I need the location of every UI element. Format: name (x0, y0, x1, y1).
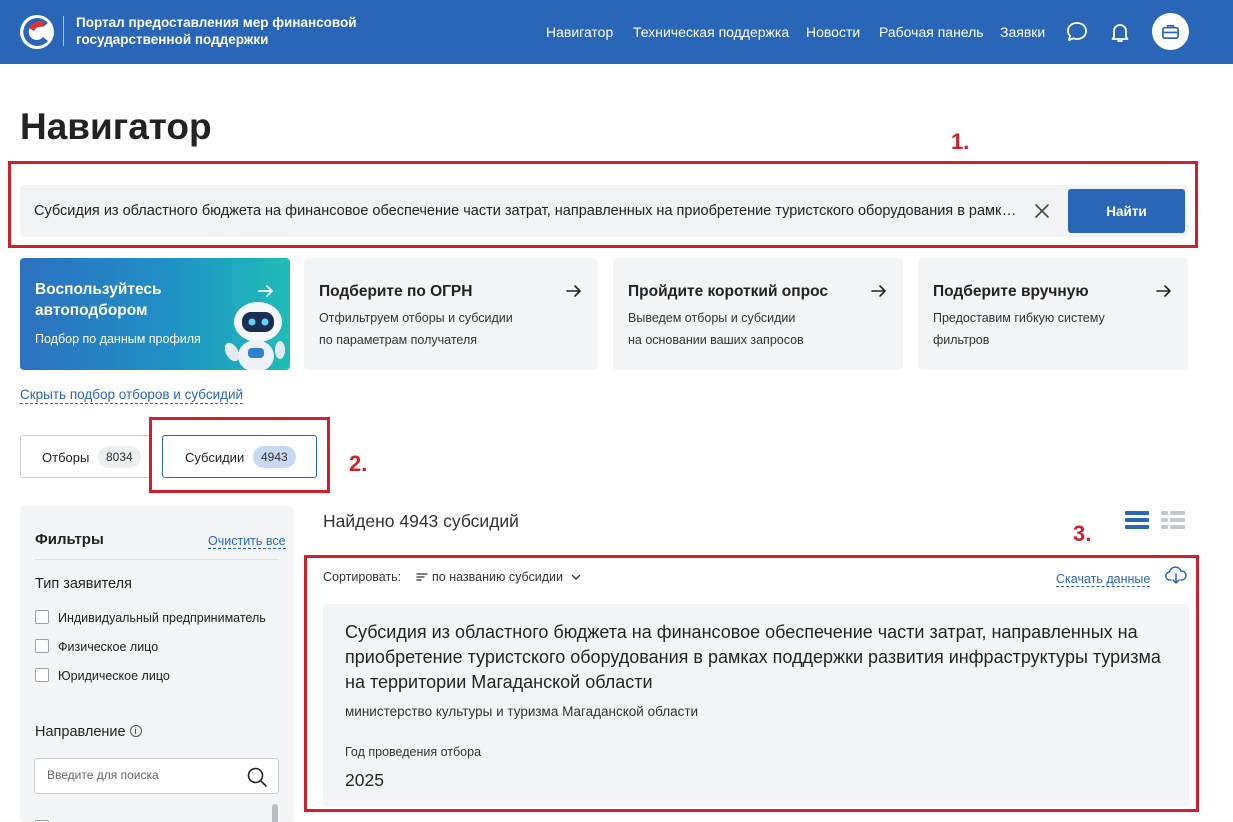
sort-label: Сортировать: (323, 570, 402, 584)
bell-icon[interactable] (1108, 20, 1132, 44)
briefcase-icon (1162, 24, 1179, 40)
result-title[interactable]: Субсидия из областного бюджета на финанс… (345, 620, 1175, 695)
compact-view-icon[interactable] (1161, 510, 1185, 530)
download-data-link[interactable]: Скачать данные (1056, 572, 1151, 587)
card-autoselect-desc: Подбор по данным профиля (35, 332, 201, 346)
card-manual-desc: Предоставим гибкую систему фильтров (933, 311, 1105, 347)
info-icon[interactable]: i (129, 725, 142, 737)
tab-selections-label: Отборы (42, 450, 90, 465)
profile-avatar[interactable] (1152, 13, 1189, 50)
card-survey[interactable]: Пройдите короткий опрос Выведем отборы и… (613, 258, 903, 370)
annotation-number-1: 1. (951, 129, 970, 154)
nav-applications[interactable]: Заявки (1000, 24, 1045, 40)
arrow-right-icon (1156, 285, 1171, 297)
card-autoselect-title: Воспользуйтесь автоподбором (35, 281, 162, 319)
chat-icon[interactable] (1065, 20, 1089, 44)
search-bar: Субсидия из областного бюджета на финанс… (20, 185, 1188, 237)
nav-tech-support[interactable]: Техническая поддержка (633, 24, 789, 40)
filters-divider (35, 559, 279, 560)
filter-group-applicant-type: Тип заявителя (35, 576, 132, 592)
tab-selections[interactable]: Отборы 8034 (20, 435, 151, 478)
sort-dropdown[interactable]: по названию субсидии (416, 570, 581, 584)
results-count: Найдено 4943 субсидий (323, 511, 519, 531)
checkbox[interactable] (35, 668, 49, 682)
card-ogrn[interactable]: Подберите по ОГРН Отфильтруем отборы и с… (304, 258, 598, 370)
card-manual-title: Подберите вручную (933, 283, 1089, 300)
filters-scrollbar[interactable] (272, 804, 278, 822)
search-icon[interactable] (246, 766, 268, 788)
arrow-right-icon (871, 285, 886, 297)
result-organization: министерство культуры и туризма Магаданс… (345, 704, 699, 719)
result-card[interactable]: Субсидия из областного бюджета на финанс… (323, 604, 1189, 806)
chevron-down-icon (572, 574, 581, 580)
clear-all-filters-link[interactable]: Очистить все (208, 534, 286, 549)
filters-title: Фильтры (35, 531, 104, 548)
card-manual[interactable]: Подберите вручную Предоставим гибкую сис… (918, 258, 1188, 370)
hide-selection-link[interactable]: Скрыть подбор отборов и субсидий (20, 387, 244, 404)
annotation-number-2: 2. (349, 451, 368, 476)
list-view-icon[interactable] (1125, 510, 1149, 530)
sort-icon (416, 573, 428, 581)
search-input[interactable]: Субсидия из областного бюджета на финанс… (34, 203, 1019, 219)
result-year-label: Год проведения отбора (345, 745, 482, 759)
annotation-number-3: 3. (1073, 521, 1092, 546)
sort-value: по названию субсидии (432, 570, 563, 584)
annotation-box-tabs (149, 417, 330, 493)
find-button[interactable]: Найти (1068, 189, 1185, 233)
direction-search-field[interactable] (34, 758, 279, 794)
filter-group-direction: Направление i (35, 724, 142, 740)
tab-selections-count: 8034 (98, 446, 141, 468)
robot-mascot-icon (224, 302, 285, 370)
card-survey-desc: Выведем отборы и субсидии на основании в… (628, 311, 804, 347)
checkbox[interactable] (35, 639, 49, 653)
nav-navigator[interactable]: Навигатор (546, 24, 613, 40)
page-title: Навигатор (20, 106, 212, 147)
filter-group-direction-label: Направление (35, 724, 126, 740)
filters-panel: Фильтры Очистить все Тип заявителя Индив… (20, 506, 294, 822)
nav-news[interactable]: Новости (806, 24, 860, 40)
card-autoselect[interactable]: Воспользуйтесь автоподбором Подбор по да… (20, 258, 290, 370)
checkbox[interactable] (35, 610, 49, 624)
card-ogrn-desc: Отфильтруем отборы и субсидии по парамет… (319, 311, 513, 347)
direction-search-input[interactable] (47, 768, 237, 782)
logo-divider (63, 16, 64, 46)
nav-dashboard[interactable]: Рабочая панель (879, 24, 984, 40)
download-cloud-icon[interactable] (1165, 565, 1187, 585)
portal-title[interactable]: Портал предоставления мер финансовой гос… (76, 14, 376, 48)
card-survey-title: Пройдите короткий опрос (628, 283, 828, 300)
arrow-right-icon (566, 285, 581, 297)
clear-search-icon[interactable] (1032, 201, 1052, 221)
card-ogrn-title: Подберите по ОГРН (319, 283, 473, 300)
top-navigation-bar: Портал предоставления мер финансовой гос… (0, 0, 1233, 64)
result-year: 2025 (345, 770, 384, 790)
portal-logo[interactable] (18, 13, 56, 51)
